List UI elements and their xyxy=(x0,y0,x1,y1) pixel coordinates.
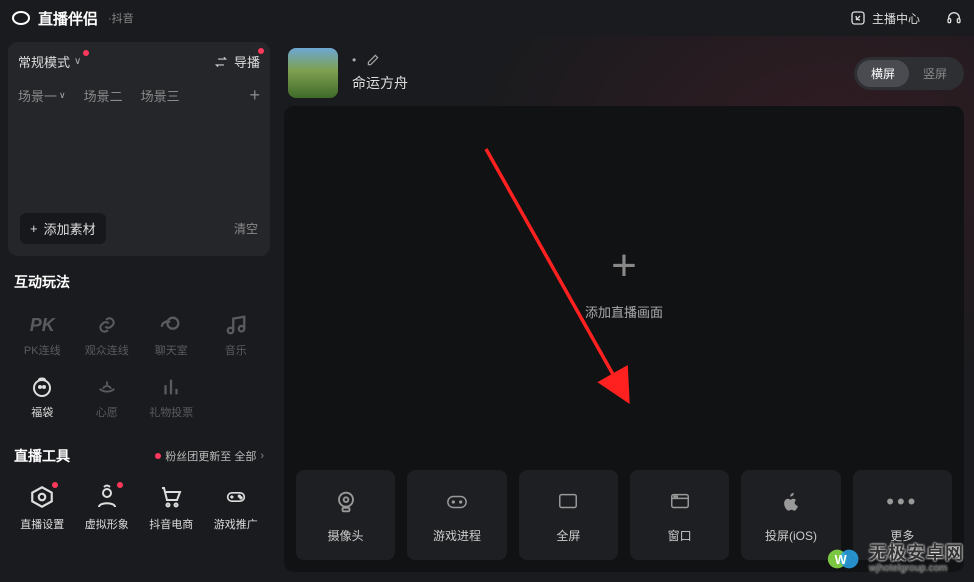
interact-grid: PKPK连线 观众连线 聊天室 音乐 福袋 心愿 礼物投票 xyxy=(8,302,270,432)
add-material-button[interactable]: + 添加素材 xyxy=(20,213,106,244)
watermark-cn: 无极安卓网 xyxy=(869,544,964,564)
sidebar: 常规模式 ∨ 导播 场景一∨ 场景二 场景三 + xyxy=(0,36,278,582)
add-canvas-label: 添加直播画面 xyxy=(585,302,663,321)
app-name: 直播伴侣 xyxy=(38,8,98,29)
notification-dot-icon xyxy=(155,453,161,459)
add-live-canvas-button[interactable]: + 添加直播画面 xyxy=(284,106,964,458)
host-center-button[interactable]: 主播中心 xyxy=(850,10,920,27)
watermark-en: wjhotelgroup.com xyxy=(869,563,964,574)
gamepad-icon xyxy=(442,491,472,513)
chevron-right-icon: › xyxy=(260,450,264,462)
interact-luckybag[interactable]: 福袋 xyxy=(10,370,75,426)
mode-dropdown[interactable]: 常规模式 ∨ xyxy=(18,52,81,71)
fullscreen-icon xyxy=(555,491,581,513)
swap-icon xyxy=(214,55,228,69)
scene-tab-2[interactable]: 场景二 xyxy=(84,86,123,105)
gamepad-icon xyxy=(222,487,250,507)
interact-music[interactable]: 音乐 xyxy=(204,308,269,364)
source-camera[interactable]: 摄像头 xyxy=(296,470,395,560)
source-fullscreen[interactable]: 全屏 xyxy=(519,470,618,560)
source-ios-cast[interactable]: 投屏(iOS) xyxy=(741,470,840,560)
interact-gift-vote[interactable]: 礼物投票 xyxy=(139,370,204,426)
interact-chatroom[interactable]: 聊天室 xyxy=(139,308,204,364)
tool-virtual-avatar[interactable]: 虚拟形象 xyxy=(75,484,140,532)
pk-icon: PK xyxy=(28,314,56,336)
more-icon: ••• xyxy=(887,487,917,517)
interact-audience-link[interactable]: 观众连线 xyxy=(75,308,140,364)
bag-icon xyxy=(30,375,54,399)
director-button[interactable]: 导播 xyxy=(214,52,260,71)
interact-wish[interactable]: 心愿 xyxy=(75,370,140,426)
orientation-portrait[interactable]: 竖屏 xyxy=(909,60,961,87)
interact-title: 互动玩法 xyxy=(8,270,270,294)
director-label: 导播 xyxy=(234,52,260,71)
avatar-icon xyxy=(95,484,119,510)
notification-dot-icon xyxy=(83,50,89,56)
compass-icon xyxy=(850,10,866,26)
mode-label: 常规模式 xyxy=(18,52,70,71)
clear-button[interactable]: 清空 xyxy=(234,220,258,237)
orientation-toggle: 横屏 竖屏 xyxy=(854,57,964,90)
app-logo-icon xyxy=(12,11,30,25)
scene-tab-3[interactable]: 场景三 xyxy=(141,86,180,105)
notification-dot-icon xyxy=(117,482,123,488)
gear-icon xyxy=(29,484,55,510)
notification-dot-icon xyxy=(258,48,264,54)
tools-title: 直播工具 xyxy=(14,446,70,466)
source-window[interactable]: 窗口 xyxy=(630,470,729,560)
link-icon xyxy=(94,315,120,335)
notification-dot-icon xyxy=(52,482,58,488)
add-scene-button[interactable]: + xyxy=(249,85,260,106)
titlebar: 直播伴侣 ·抖音 主播中心 xyxy=(0,0,974,36)
scene-panel: 常规模式 ∨ 导播 场景一∨ 场景二 场景三 + xyxy=(8,42,270,256)
source-game-process[interactable]: 游戏进程 xyxy=(407,470,506,560)
plus-icon: + xyxy=(611,244,637,288)
watermark: W 无极安卓网 wjhotelgroup.com xyxy=(827,542,964,576)
tool-douyin-ecommerce[interactable]: 抖音电商 xyxy=(139,484,204,532)
chat-icon xyxy=(158,314,184,336)
user-nickname: 命运方舟 xyxy=(352,73,408,93)
wish-icon xyxy=(95,376,119,398)
camera-icon xyxy=(332,488,360,516)
tools-note-label: 粉丝团更新至 全部 xyxy=(165,448,256,464)
chevron-down-icon: ∨ xyxy=(59,90,66,101)
tools-update-link[interactable]: 粉丝团更新至 全部 › xyxy=(155,448,264,464)
support-icon[interactable] xyxy=(946,10,962,26)
edit-icon[interactable] xyxy=(366,53,380,67)
window-icon xyxy=(667,491,693,513)
svg-text:W: W xyxy=(835,552,848,567)
add-material-label: 添加素材 xyxy=(44,219,96,238)
chevron-down-icon: ∨ xyxy=(74,56,81,67)
content-area: • 命运方舟 横屏 竖屏 + 添加直播画面 摄像头 游戏进程 全屏 窗口 投屏(… xyxy=(278,36,974,582)
scene-tab-1[interactable]: 场景一∨ xyxy=(18,86,66,105)
interact-pk[interactable]: PKPK连线 xyxy=(10,308,75,364)
live-canvas: + 添加直播画面 摄像头 游戏进程 全屏 窗口 投屏(iOS) •••更多 xyxy=(284,106,964,572)
cart-icon xyxy=(158,485,184,509)
apple-icon xyxy=(780,489,802,515)
status-dot: • xyxy=(352,53,356,67)
app-sub-brand: ·抖音 xyxy=(108,10,134,26)
vote-icon xyxy=(160,376,182,398)
plus-icon: + xyxy=(30,221,38,236)
watermark-logo-icon: W xyxy=(827,542,861,576)
tool-live-settings[interactable]: 直播设置 xyxy=(10,484,75,532)
orientation-landscape[interactable]: 横屏 xyxy=(857,60,909,87)
user-avatar[interactable] xyxy=(288,48,338,98)
host-center-label: 主播中心 xyxy=(872,10,920,27)
tool-game-promo[interactable]: 游戏推广 xyxy=(204,484,269,532)
music-icon xyxy=(225,314,247,336)
